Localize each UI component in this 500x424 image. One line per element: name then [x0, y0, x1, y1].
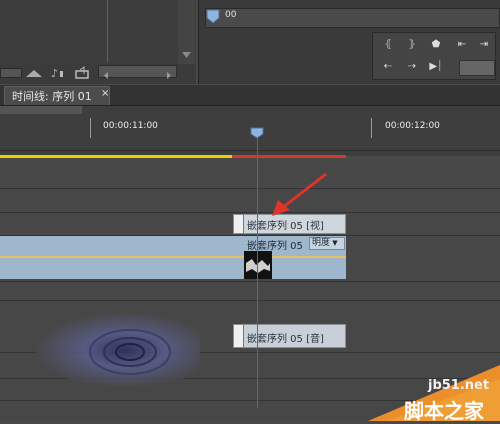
clip-thumbnail [244, 251, 272, 279]
transport-controls: ⦃ ⦄ ⬟ ⇤ ⇥ ⇠ ⇢ ▶⏐ [372, 32, 496, 80]
jog-shuttle[interactable] [459, 60, 495, 76]
source-vertical-scrollbar[interactable] [178, 0, 195, 64]
mountain-icon[interactable] [26, 70, 42, 77]
effect-dropdown-label: 明度 [312, 238, 331, 248]
program-timecode: 00 [225, 10, 237, 20]
track-divider [0, 188, 500, 189]
source-monitor-viewport [0, 0, 179, 64]
track-divider [0, 300, 500, 301]
render-bar [232, 155, 346, 158]
playhead-handle-icon[interactable] [250, 127, 264, 139]
timeline-playhead[interactable] [257, 128, 258, 408]
watermark-brand: 脚本之家 [404, 399, 484, 423]
source-toolbar: ♪ [26, 66, 89, 80]
effect-dropdown[interactable]: 明度 ▼ [309, 237, 345, 250]
source-playhead[interactable] [107, 0, 108, 62]
ruler-timecode-2: 00:00:12:00 [385, 121, 440, 131]
annotation-arrow-icon [272, 172, 327, 216]
track-divider [0, 212, 500, 213]
program-time-ruler[interactable] [205, 8, 500, 28]
play-range-icon[interactable]: ▶⏐ [423, 58, 449, 76]
opacity-keyframe-line[interactable] [0, 256, 346, 258]
ruler-tick [90, 118, 91, 138]
work-area-bar[interactable] [0, 155, 232, 158]
source-zoom-slider[interactable] [0, 68, 22, 78]
tab-label: 时间线: 序列 01 [12, 90, 92, 103]
mark-out-icon[interactable]: ⦄ [399, 36, 425, 54]
clip-handle-icon [234, 325, 244, 347]
source-horizontal-scrollbar[interactable] [98, 65, 177, 79]
chevron-down-icon: ▼ [330, 239, 338, 247]
track-divider [0, 281, 500, 282]
tab-close-icon[interactable]: × [101, 88, 109, 99]
music-note-icon[interactable]: ♪ [51, 67, 63, 80]
export-icon[interactable] [75, 66, 89, 79]
audio-waveform-graphic [35, 312, 200, 388]
ruler-tick [371, 118, 372, 138]
go-to-out-icon[interactable]: ⇥ [471, 36, 497, 54]
program-playhead-icon[interactable] [203, 8, 223, 26]
audio-clip-label: 嵌套序列 05 [音] [247, 334, 324, 345]
zoom-scrollbar[interactable] [0, 106, 82, 114]
marker-icon[interactable]: ⬟ [423, 36, 449, 54]
ruler-timecode-1: 00:00:11:00 [103, 121, 158, 131]
ruler-divider [0, 150, 500, 151]
watermark-url: jb51.net [428, 378, 490, 393]
mark-in-icon[interactable]: ⦃ [375, 36, 401, 54]
step-forward-icon[interactable]: ⇢ [399, 58, 425, 76]
video-clip-label: 嵌套序列 05 [247, 241, 303, 252]
step-back-icon[interactable]: ⇠ [375, 58, 401, 76]
clip-handle-icon [234, 215, 244, 233]
scroll-down-arrow-icon[interactable] [178, 0, 195, 64]
svg-text:♪: ♪ [51, 67, 58, 80]
